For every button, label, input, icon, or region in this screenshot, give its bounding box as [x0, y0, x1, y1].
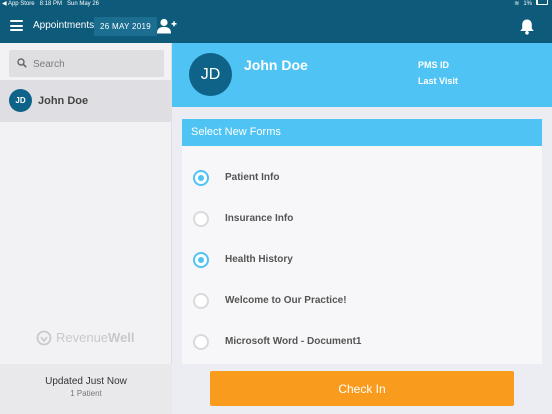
menu-icon[interactable] [10, 20, 23, 31]
patient-count: 1 Patient [70, 389, 102, 398]
check-in-button[interactable]: Check In [210, 371, 514, 406]
add-patient-icon[interactable] [157, 18, 177, 34]
form-option-health-history[interactable]: Health History [182, 241, 542, 282]
action-bar: Check In [172, 364, 552, 414]
patient-name: John Doe [244, 57, 308, 73]
status-date: Sun May 26 [67, 1, 100, 7]
forms-panel: Select New Forms Patient Info Insurance … [172, 107, 552, 369]
wifi-icon: ≋ [514, 1, 520, 7]
logo-text-well: Well [108, 330, 135, 345]
status-bar: ◀ App Store 8:18 PM Sun May 26 ≋ 1% [0, 0, 552, 9]
search-icon [17, 58, 27, 68]
forms-card: Select New Forms Patient Info Insurance … [182, 119, 542, 369]
radio-button[interactable] [193, 211, 209, 227]
form-option-patient-info[interactable]: Patient Info [182, 159, 542, 200]
battery-percent: 1% [523, 1, 532, 7]
radio-button[interactable] [193, 170, 209, 186]
form-option-label: Insurance Info [225, 213, 294, 224]
patient-avatar: JD [9, 89, 32, 112]
back-to-app-store[interactable]: ◀ App Store [2, 1, 35, 7]
patient-header: JD John Doe PMS ID Last Visit [172, 43, 552, 107]
radio-button[interactable] [193, 252, 209, 268]
bell-icon[interactable] [519, 18, 535, 35]
patient-list-name: John Doe [38, 95, 89, 107]
patient-list-item[interactable]: JD John Doe [0, 80, 171, 122]
last-visit-label: Last Visit [418, 76, 458, 86]
battery-icon [536, 0, 548, 6]
patient-avatar-large: JD [189, 53, 232, 96]
pms-id-label: PMS ID [418, 60, 450, 70]
form-option-insurance-info[interactable]: Insurance Info [182, 200, 542, 241]
radio-button[interactable] [193, 334, 209, 350]
sidebar: JD John Doe RevenueWell [0, 43, 172, 364]
logo-text-revenue: Revenue [56, 330, 109, 345]
status-time: 8:18 PM [39, 1, 62, 7]
updated-status: Updated Just Now [45, 376, 127, 387]
form-option-welcome[interactable]: Welcome to Our Practice! [182, 282, 542, 323]
radio-button[interactable] [193, 293, 209, 309]
date-selector[interactable]: 26 MAY 2019 [94, 17, 158, 36]
forms-section-title: Select New Forms [182, 119, 542, 146]
revenuewell-logo-icon [36, 330, 52, 346]
sync-status: Updated Just Now 1 Patient [0, 364, 172, 414]
nav-title[interactable]: Appointments [33, 9, 94, 43]
form-option-label: Welcome to Our Practice! [225, 295, 347, 306]
form-option-label: Patient Info [225, 172, 280, 183]
search-box[interactable] [9, 50, 164, 79]
form-option-label: Health History [225, 254, 293, 265]
search-input[interactable] [31, 50, 163, 79]
top-nav-bar: Appointments 26 MAY 2019 [0, 9, 552, 43]
